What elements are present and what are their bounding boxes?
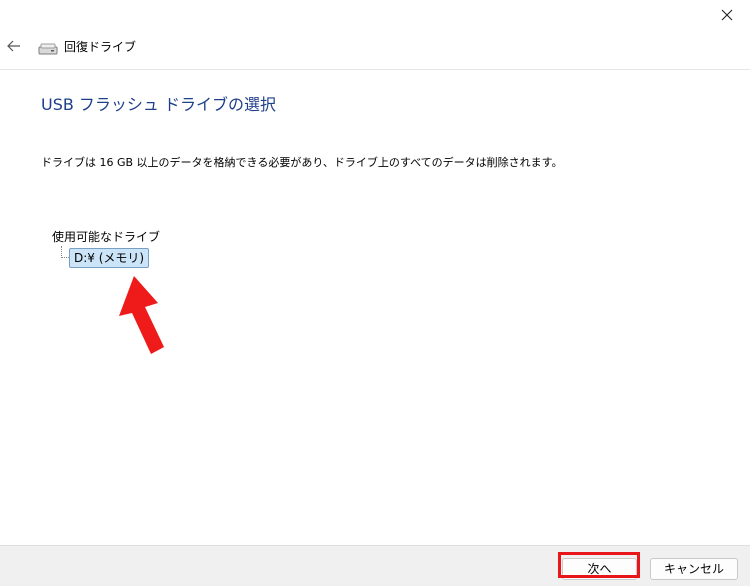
back-arrow-icon — [7, 40, 20, 52]
back-button[interactable] — [2, 34, 26, 58]
drive-list-item-d[interactable]: D:¥ (メモリ) — [69, 248, 150, 268]
cancel-button[interactable]: キャンセル — [650, 558, 738, 580]
wizard-header: 回復ドライブ — [0, 30, 750, 70]
close-icon — [721, 9, 733, 21]
available-drives-label: 使用可能なドライブ — [52, 230, 161, 244]
recovery-drive-window: 回復ドライブ USB フラッシュ ドライブの選択 ドライブは 16 GB 以上の… — [0, 0, 750, 586]
title-bar — [0, 0, 750, 30]
page-description: ドライブは 16 GB 以上のデータを格納できる必要があり、ドライブ上のすべての… — [41, 156, 563, 169]
header-title: 回復ドライブ — [64, 40, 137, 54]
drive-icon — [38, 43, 58, 55]
close-button[interactable] — [704, 0, 750, 30]
wizard-footer: 次へ キャンセル — [0, 545, 750, 586]
red-arrow-icon — [119, 276, 164, 354]
tree-connector — [61, 246, 69, 258]
next-button[interactable]: 次へ — [562, 558, 637, 580]
page-title: USB フラッシュ ドライブの選択 — [41, 95, 277, 114]
